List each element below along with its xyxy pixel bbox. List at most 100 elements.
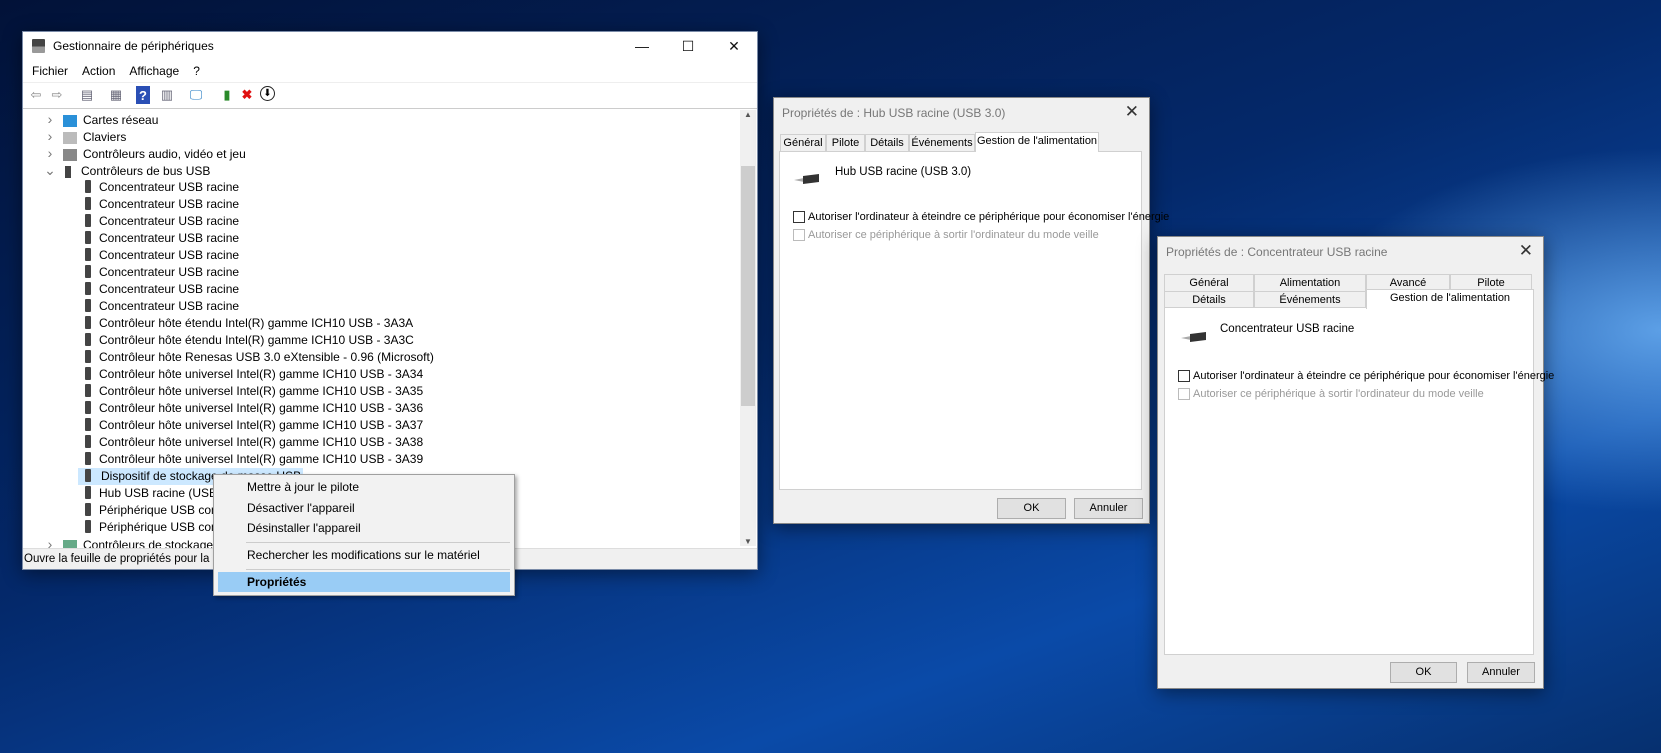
tree-device[interactable]: Concentrateur USB racine [85,281,239,298]
vertical-scrollbar[interactable]: ▲ ▼ [740,110,756,546]
maximize-button[interactable]: ☐ [665,32,711,60]
tab-driver[interactable]: Pilote [826,134,865,152]
tab-events[interactable]: Événements [909,134,975,152]
allow-power-off-checkbox[interactable]: Autoriser l'ordinateur à éteindre ce pér… [793,211,1169,224]
tree-device[interactable]: Concentrateur USB racine [85,213,239,230]
tree-device[interactable]: Contrôleur hôte universel Intel(R) gamme… [85,451,423,468]
tree-item-label: Contrôleurs audio, vidéo et jeu [83,147,246,161]
usb-device-icon [85,180,91,194]
tab-power-management[interactable]: Gestion de l'alimentation [975,132,1099,152]
chevron-right-icon[interactable]: › [43,145,57,162]
close-button[interactable]: ✕ [1519,241,1533,261]
menu-separator [246,542,510,543]
menu-item-scan-hardware[interactable]: Rechercher les modifications sur le maté… [218,545,510,565]
menu-bar: Fichier Action Affichage ? [32,64,214,78]
ok-button[interactable]: OK [997,498,1066,519]
tree-item-label: Contrôleur hôte universel Intel(R) gamme… [99,401,424,415]
close-button[interactable]: ✕ [711,32,757,60]
usb-plug-icon [1181,332,1206,342]
tree-device[interactable]: Contrôleur hôte étendu Intel(R) gamme IC… [85,332,414,349]
tree-device[interactable]: Contrôleur hôte universel Intel(R) gamme… [85,417,423,434]
chevron-right-icon[interactable]: › [43,128,57,145]
cancel-button[interactable]: Annuler [1467,662,1535,683]
menu-separator [246,569,510,570]
tree-item-label: Contrôleur hôte universel Intel(R) gamme… [99,435,424,449]
usb-device-icon [85,299,91,313]
menu-item-uninstall-device[interactable]: Désinstaller l'appareil [218,518,510,538]
tree-device[interactable]: Concentrateur USB racine [85,230,239,247]
ok-button[interactable]: OK [1390,662,1457,683]
forward-arrow-icon[interactable]: ⇨ [48,86,66,104]
chevron-right-icon[interactable]: › [43,536,57,548]
allow-wake-checkbox: Autoriser ce périphérique à sortir l'ord… [793,229,1099,242]
tab-details[interactable]: Détails [865,134,909,152]
storage-controller-icon [63,539,77,548]
device-name: Hub USB racine (USB 3.0) [835,166,972,178]
tree-device[interactable]: Contrôleur hôte universel Intel(R) gamme… [85,434,423,451]
tab-general[interactable]: Général [1164,274,1254,291]
menu-help[interactable]: ? [193,64,200,78]
menu-fichier[interactable]: Fichier [32,64,68,78]
tree-device[interactable]: Contrôleur hôte universel Intel(R) gamme… [85,366,423,383]
checkbox-label: Autoriser ce périphérique à sortir l'ord… [808,229,1099,241]
chevron-down-icon[interactable]: ⌄ [43,162,57,179]
tab-events[interactable]: Événements [1254,291,1366,308]
tree-device[interactable]: Contrôleur hôte universel Intel(R) gamme… [85,383,423,400]
menu-affichage[interactable]: Affichage [129,64,179,78]
tree-category[interactable]: › Claviers [43,128,127,145]
tree-device[interactable]: Concentrateur USB racine [85,179,239,196]
tree-device[interactable]: Contrôleur hôte étendu Intel(R) gamme IC… [85,315,413,332]
tree-category[interactable]: › Contrôleurs audio, vidéo et jeu [43,145,246,162]
usb-device-icon [85,503,91,517]
scan-hardware-icon[interactable]: 🖵 [187,86,205,104]
minimize-button[interactable]: — [619,32,665,60]
tree-item-label: Contrôleurs de bus USB [81,164,211,178]
usb-device-icon [85,197,91,211]
help-icon[interactable]: ? [136,86,150,104]
tab-power-management[interactable]: Gestion de l'alimentation [1366,289,1534,309]
close-button[interactable]: ✕ [1125,102,1139,122]
tree-item-label: Contrôleur hôte universel Intel(R) gamme… [99,452,424,466]
tree-device[interactable]: Concentrateur USB racine [85,298,239,315]
tab-details[interactable]: Détails [1164,291,1254,308]
action-pane-icon[interactable]: ▥ [158,86,176,104]
scrollbar-thumb[interactable] [741,166,755,406]
menu-item-properties[interactable]: Propriétés [218,572,510,592]
properties-sheet-icon[interactable]: ▦ [107,86,125,104]
show-hide-console-tree-icon[interactable]: ▤ [78,86,96,104]
menu-item-update-driver[interactable]: Mettre à jour le pilote [218,477,510,497]
tab-power[interactable]: Alimentation [1254,274,1366,291]
usb-device-icon [85,486,91,500]
cancel-button[interactable]: Annuler [1074,498,1143,519]
tab-panel: Concentrateur USB racine Autoriser l'ord… [1164,307,1554,655]
menu-action[interactable]: Action [82,64,115,78]
tree-device[interactable]: Concentrateur USB racine [85,196,239,213]
tree-category[interactable]: › Contrôleurs de stockage [43,536,213,548]
disable-device-icon[interactable]: ⬇ [260,86,275,101]
dialog-title: Propriétés de : Hub USB racine (USB 3.0) [782,106,1006,120]
usb-device-icon [85,367,91,381]
tree-category[interactable]: ⌄ Contrôleurs de bus USB [43,162,210,179]
allow-wake-checkbox: Autoriser ce périphérique à sortir l'ord… [1178,388,1484,401]
update-driver-icon[interactable]: ▮ [218,86,236,104]
device-manager-icon [32,39,45,53]
tree-item-label: Concentrateur USB racine [99,265,240,279]
tree-item-label: Contrôleur hôte universel Intel(R) gamme… [99,384,424,398]
menu-item-disable-device[interactable]: Désactiver l'appareil [218,498,510,518]
tree-item-label: Contrôleurs de stockage [83,538,214,548]
tree-device[interactable]: Contrôleur hôte Renesas USB 3.0 eXtensib… [85,349,434,366]
network-adapter-icon [63,114,77,127]
chevron-right-icon[interactable]: › [43,111,57,128]
tab-general[interactable]: Général [780,134,826,152]
tree-category[interactable]: › Cartes réseau [43,111,159,128]
uninstall-icon[interactable]: ✖ [238,86,256,104]
tree-device[interactable]: Concentrateur USB racine [85,247,239,264]
usb-device-icon [85,520,91,534]
tree-device[interactable]: Concentrateur USB racine [85,264,239,281]
usb-device-icon [85,452,91,466]
keyboard-icon [63,131,77,144]
tree-device[interactable]: Contrôleur hôte universel Intel(R) gamme… [85,400,423,417]
back-arrow-icon[interactable]: ⇦ [27,86,45,104]
allow-power-off-checkbox[interactable]: Autoriser l'ordinateur à éteindre ce pér… [1178,370,1554,383]
usb-icon [65,165,71,178]
